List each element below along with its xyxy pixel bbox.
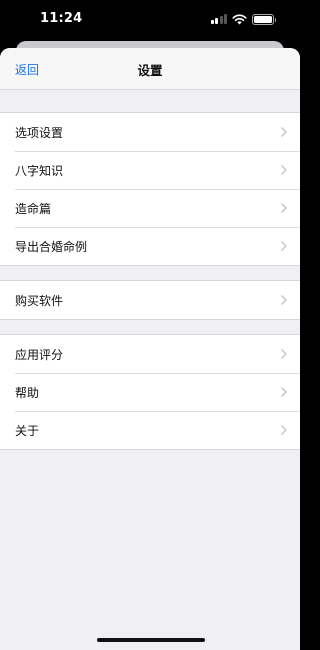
settings-group-3: 应用评分 帮助 关于 xyxy=(0,334,300,450)
chevron-right-icon xyxy=(281,165,287,175)
row-options-settings[interactable]: 选项设置 xyxy=(0,113,300,151)
battery-icon xyxy=(252,13,276,25)
settings-sheet: 返回 设置 选项设置 八字知识 造命篇 导出合婚命例 购买软件 应用评分 帮助 … xyxy=(0,48,300,650)
settings-group-2: 购买软件 xyxy=(0,280,300,320)
chevron-right-icon xyxy=(281,425,287,435)
chevron-right-icon xyxy=(281,387,287,397)
status-time: 11:24 xyxy=(40,11,83,26)
settings-group-1: 选项设置 八字知识 造命篇 导出合婚命例 xyxy=(0,112,300,266)
chevron-right-icon xyxy=(281,241,287,251)
row-rate-app[interactable]: 应用评分 xyxy=(0,335,300,373)
status-icons xyxy=(210,13,276,25)
row-label: 应用评分 xyxy=(15,347,64,362)
row-help[interactable]: 帮助 xyxy=(0,373,300,411)
chevron-right-icon xyxy=(281,349,287,359)
chevron-right-icon xyxy=(281,295,287,305)
row-label: 关于 xyxy=(15,423,40,438)
row-export-marriage-cases[interactable]: 导出合婚命例 xyxy=(0,227,300,265)
row-label: 导出合婚命例 xyxy=(15,239,88,254)
row-label: 帮助 xyxy=(15,385,40,400)
navigation-bar: 返回 设置 xyxy=(0,48,300,90)
row-label: 选项设置 xyxy=(15,125,64,140)
row-purchase-software[interactable]: 购买软件 xyxy=(0,281,300,319)
home-indicator[interactable] xyxy=(97,638,205,642)
phone-screen: 11:24 返回 设置 选项设置 八字知识 造命篇 导出合婚命例 购买软件 应用… xyxy=(0,0,300,650)
status-bar: 11:24 xyxy=(0,0,300,40)
cellular-signal-icon xyxy=(210,14,227,24)
wifi-icon xyxy=(232,14,247,25)
page-title: 设置 xyxy=(137,63,163,78)
chevron-right-icon xyxy=(281,127,287,137)
row-label: 购买软件 xyxy=(15,293,64,308)
row-label: 八字知识 xyxy=(15,163,64,178)
chevron-right-icon xyxy=(281,203,287,213)
row-zaoming[interactable]: 造命篇 xyxy=(0,189,300,227)
row-bazi-knowledge[interactable]: 八字知识 xyxy=(0,151,300,189)
row-label: 造命篇 xyxy=(15,201,52,216)
row-about[interactable]: 关于 xyxy=(0,411,300,449)
